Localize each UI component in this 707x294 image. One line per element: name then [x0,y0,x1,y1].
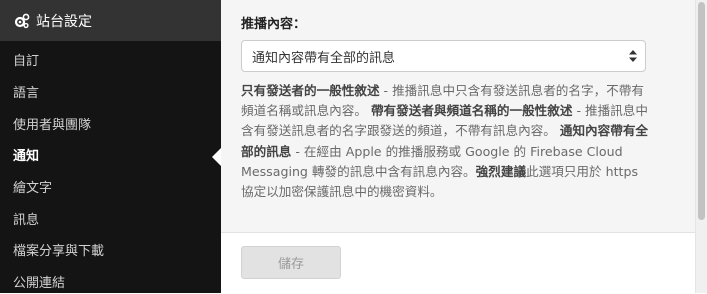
main-panel: 推播內容： 通知內容帶有全部的訊息 只有發送者的一般性敘述 - 推播訊息中只含有… [221,0,695,293]
settings-form: 推播內容： 通知內容帶有全部的訊息 只有發送者的一般性敘述 - 推播訊息中只含有… [221,0,695,232]
sidebar-item-users-teams[interactable]: 使用者與團隊 [13,116,91,136]
sidebar-title: 站台設定 [36,13,92,30]
push-contents-help: 只有發送者的一般性敘述 - 推播訊息中只含有發送訊息者的名字，不帶有頻道名稱或訊… [241,81,653,202]
sidebar: 站台設定 自訂 語言 使用者與團隊 通知 繪文字 訊息 檔案分享與下載 公開連結 [0,0,221,293]
push-contents-select[interactable]: 通知內容帶有全部的訊息 [241,40,646,72]
select-arrows-icon [629,49,637,63]
help-strong-recommendation: 強烈建議 [475,163,527,179]
scrollbar[interactable] [695,0,707,293]
sidebar-header[interactable]: 站台設定 [0,0,221,41]
sidebar-item-notifications[interactable]: 通知 [13,147,39,167]
gears-icon [14,13,30,29]
sidebar-item-messages[interactable]: 訊息 [13,211,39,231]
help-option-generic-channel: 帶有發送者與頻道名稱的一般性敘述 [370,103,573,119]
sidebar-item-file-sharing[interactable]: 檔案分享與下載 [13,242,104,262]
footer-divider [221,232,695,233]
sidebar-item-customize[interactable]: 自訂 [13,52,39,72]
sidebar-item-emoji[interactable]: 繪文字 [13,179,52,199]
sidebar-item-language[interactable]: 語言 [13,84,39,104]
push-contents-label: 推播內容： [241,17,307,32]
active-item-indicator [212,148,221,166]
scrollbar-thumb[interactable] [698,2,705,220]
save-button[interactable]: 儲存 [241,246,341,279]
select-value: 通知內容帶有全部的訊息 [252,50,396,66]
sidebar-item-public-links[interactable]: 公開連結 [13,274,65,294]
help-option-generic: 只有發送者的一般性敘述 [241,83,380,98]
